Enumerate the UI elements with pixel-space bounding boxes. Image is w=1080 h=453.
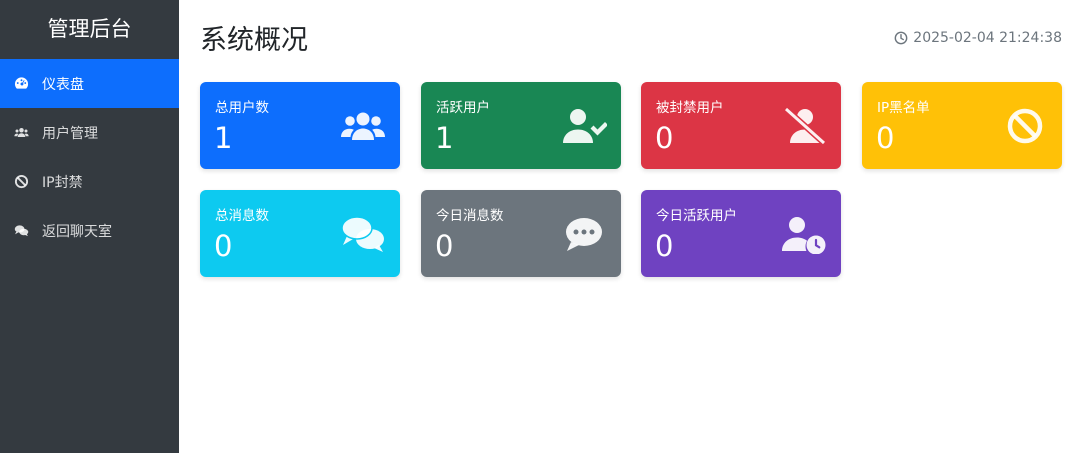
card-value: 1 [435,121,454,155]
card-label: 今日消息数 [436,208,504,224]
ban-icon [1002,106,1048,146]
stat-card-total-users: 总用户数 1 [200,82,400,169]
card-value: 0 [655,229,674,263]
stat-card-ip-blacklist: IP黑名单 0 [862,82,1062,169]
sidebar-item-dashboard[interactable]: 仪表盘 [0,59,179,108]
sidebar-item-label: 用户管理 [42,125,98,142]
sidebar-item-label: 返回聊天室 [42,223,112,240]
card-label: 总消息数 [215,208,269,224]
card-value: 0 [655,121,674,155]
stat-card-active-users: 活跃用户 1 [421,82,621,169]
clock-icon [894,31,908,45]
page-title: 系统概况 [200,25,308,56]
card-value: 0 [435,229,454,263]
stat-card-today-active-users: 今日活跃用户 0 [641,190,841,277]
stat-card-banned-users: 被封禁用户 0 [641,82,841,169]
users-icon [340,106,386,146]
comments-icon [340,214,386,254]
datetime-text: 2025-02-04 21:24:38 [913,30,1062,46]
card-label: 被封禁用户 [656,100,724,116]
card-value: 1 [214,121,233,155]
sidebar-item-users[interactable]: 用户管理 [0,108,179,157]
sidebar-item-ip-ban[interactable]: IP封禁 [0,157,179,206]
ban-icon [12,174,30,190]
user-clock-icon [781,214,827,254]
main-content: 系统概况 2025-02-04 21:24:38 总用户数 1 活跃用户 1 被… [179,0,1080,453]
sidebar: 管理后台 仪表盘 用户管理 IP封禁 返回聊天室 [0,0,179,453]
user-slash-icon [781,106,827,146]
users-icon [12,125,30,141]
stat-card-total-messages: 总消息数 0 [200,190,400,277]
brand-title: 管理后台 [47,17,132,41]
sidebar-item-label: IP封禁 [42,174,83,191]
stat-card-today-messages: 今日消息数 0 [421,190,621,277]
comments-icon [12,223,30,239]
current-time: 2025-02-04 21:24:38 [894,30,1062,46]
tachometer-icon [12,76,30,92]
sidebar-nav: 仪表盘 用户管理 IP封禁 返回聊天室 [0,59,179,255]
card-value: 0 [876,121,895,155]
card-label: 活跃用户 [436,100,490,116]
sidebar-item-label: 仪表盘 [42,76,84,93]
comment-dots-icon [561,214,607,254]
user-check-icon [561,106,607,146]
card-value: 0 [214,229,233,263]
card-label: 今日活跃用户 [656,208,737,224]
card-label: IP黑名单 [877,100,930,116]
sidebar-item-chatroom[interactable]: 返回聊天室 [0,206,179,255]
card-label: 总用户数 [215,100,269,116]
